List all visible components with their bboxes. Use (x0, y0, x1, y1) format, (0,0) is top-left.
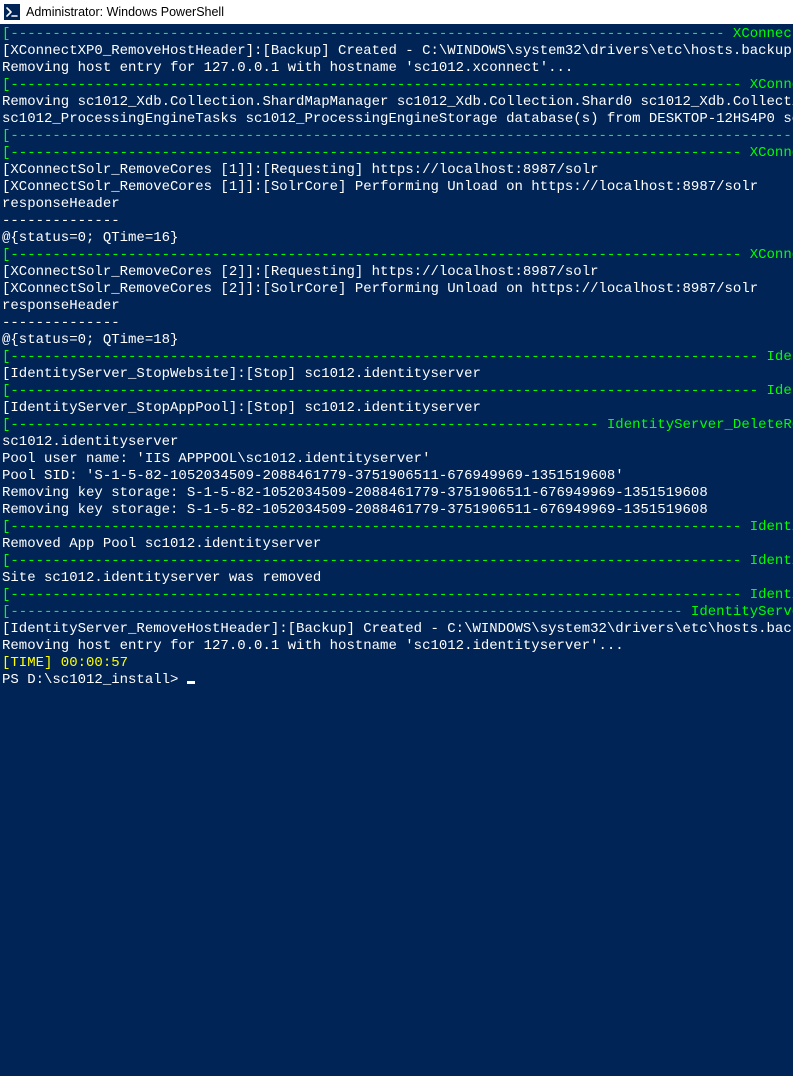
terminal-line: [---------------------------------------… (2, 247, 793, 264)
terminal-line: [---------------------------------------… (2, 587, 793, 604)
terminal-line: [---------------------------------------… (2, 26, 793, 43)
terminal-line: responseHeader (2, 298, 793, 315)
terminal-line: responseHeader (2, 196, 793, 213)
terminal-line: [---------------------------------------… (2, 349, 793, 366)
terminal-line: [XConnectSolr_RemoveCores [1]]:[Requesti… (2, 162, 793, 179)
terminal-line: @{status=0; QTime=16} (2, 230, 793, 247)
terminal-output[interactable]: [---------------------------------------… (0, 24, 793, 689)
terminal-line: @{status=0; QTime=18} (2, 332, 793, 349)
terminal-line: [XConnectSolr_RemoveCores [2]]:[SolrCore… (2, 281, 793, 298)
terminal-line: [---------------------------------------… (2, 383, 793, 400)
cursor (187, 681, 195, 684)
terminal-line: Pool user name: 'IIS APPPOOL\sc1012.iden… (2, 451, 793, 468)
terminal-line: [---------------------------------------… (2, 77, 793, 94)
terminal-line: [IdentityServer_StopAppPool]:[Stop] sc10… (2, 400, 793, 417)
terminal-line: sc1012_ProcessingEngineTasks sc1012_Proc… (2, 111, 793, 128)
terminal-line: Pool SID: 'S-1-5-82-1052034509-208846177… (2, 468, 793, 485)
terminal-line: Removing key storage: S-1-5-82-105203450… (2, 485, 793, 502)
terminal-line: Removing key storage: S-1-5-82-105203450… (2, 502, 793, 519)
terminal-line: [---------------------------------------… (2, 553, 793, 570)
terminal-line: Removing host entry for 127.0.0.1 with h… (2, 638, 793, 655)
terminal-line: -------------- (2, 315, 793, 332)
terminal-line: Removed App Pool sc1012.identityserver (2, 536, 793, 553)
terminal-line: Site sc1012.identityserver was removed (2, 570, 793, 587)
terminal-line: [---------------------------------------… (2, 145, 793, 162)
terminal-line: [IdentityServer_StopWebsite]:[Stop] sc10… (2, 366, 793, 383)
terminal-line: Removing sc1012_Xdb.Collection.ShardMapM… (2, 94, 793, 111)
terminal-line: [---------------------------------------… (2, 417, 793, 434)
terminal-line: -------------- (2, 213, 793, 230)
powershell-icon (4, 4, 20, 20)
terminal-line: [XConnectSolr_RemoveCores [1]]:[SolrCore… (2, 179, 793, 196)
terminal-line: [IdentityServer_RemoveHostHeader]:[Backu… (2, 621, 793, 638)
prompt-line[interactable]: PS D:\sc1012_install> (2, 672, 793, 689)
window-titlebar[interactable]: Administrator: Windows PowerShell (0, 0, 793, 24)
terminal-line: [---------------------------------------… (2, 128, 793, 145)
terminal-line: sc1012.identityserver (2, 434, 793, 451)
terminal-line: [---------------------------------------… (2, 519, 793, 536)
terminal-line: Removing host entry for 127.0.0.1 with h… (2, 60, 793, 77)
terminal-line: [TIME] 00:00:57 (2, 655, 793, 672)
terminal-line: [---------------------------------------… (2, 604, 793, 621)
window-title: Administrator: Windows PowerShell (26, 5, 224, 19)
terminal-line: [XConnectSolr_RemoveCores [2]]:[Requesti… (2, 264, 793, 281)
terminal-line: [XConnectXP0_RemoveHostHeader]:[Backup] … (2, 43, 793, 60)
